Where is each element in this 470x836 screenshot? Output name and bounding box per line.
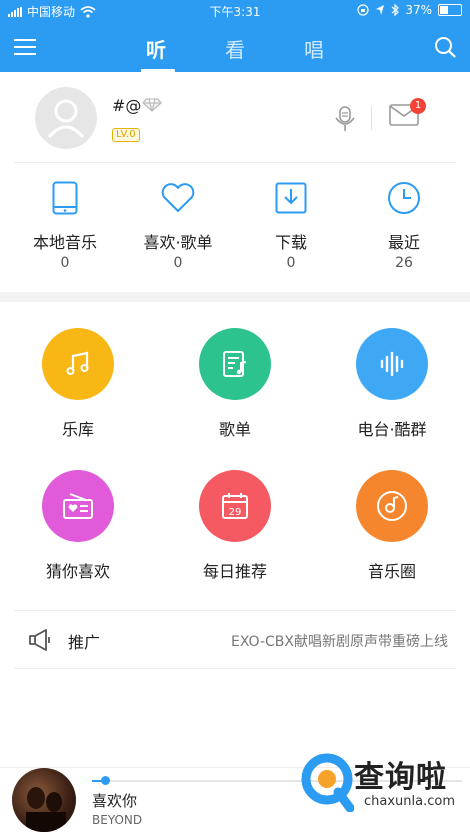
quick-count: 0 xyxy=(60,255,70,271)
album-cover[interactable] xyxy=(12,768,76,832)
grid-label: 歌单 xyxy=(218,420,251,439)
battery-icon xyxy=(438,4,462,16)
divider xyxy=(14,162,456,163)
search-icon[interactable] xyxy=(434,36,456,58)
grid-music-library[interactable]: 乐库 xyxy=(3,328,153,440)
megaphone-icon xyxy=(29,629,50,651)
grid-label: 乐库 xyxy=(61,420,94,439)
watermark-text: 查询啦 xyxy=(354,760,447,795)
menu-icon[interactable] xyxy=(14,39,36,55)
quick-label: 最近 xyxy=(387,233,420,252)
progress-knob[interactable] xyxy=(101,776,110,785)
quick-label: 喜欢·歌单 xyxy=(143,233,213,252)
song-title: 喜欢你 xyxy=(92,792,138,810)
grid-playlist[interactable]: 歌单 xyxy=(160,328,310,440)
level-badge: LV.0 xyxy=(112,128,140,142)
grid-label: 猜你喜欢 xyxy=(45,562,110,581)
diamond-vip-icon[interactable] xyxy=(142,98,162,112)
clock-time: 下午3:31 xyxy=(209,5,261,19)
calendar-icon: 29 xyxy=(199,470,271,542)
avatar[interactable] xyxy=(35,87,97,149)
profile-header: #@ LV.0 1 xyxy=(0,72,470,162)
grid-radio-groups[interactable]: 电台·酷群 xyxy=(317,328,467,440)
divider xyxy=(14,610,456,611)
music-note-icon xyxy=(42,328,114,400)
quick-favorites[interactable]: 喜欢·歌单 0 xyxy=(123,178,233,271)
grid-guess-you-like[interactable]: 猜你喜欢 xyxy=(3,470,153,582)
tab-sing[interactable]: 唱 xyxy=(304,34,324,63)
divider xyxy=(14,668,456,669)
grid-label: 电台·酷群 xyxy=(357,420,427,439)
battery-percent: 37% xyxy=(405,3,432,17)
soundwave-icon xyxy=(356,328,428,400)
quick-label: 本地音乐 xyxy=(32,233,97,252)
disc-icon xyxy=(356,470,428,542)
clock-icon xyxy=(388,182,420,214)
quick-label: 下载 xyxy=(274,233,307,252)
promo-label: 推广 xyxy=(68,633,101,652)
watermark-logo-icon xyxy=(301,753,354,812)
promo-row[interactable]: 推广 EXO-CBX献唱新剧原声带重磅上线 xyxy=(0,612,470,668)
rotation-lock-icon xyxy=(357,4,369,16)
playlist-icon xyxy=(199,328,271,400)
grid-label: 每日推荐 xyxy=(202,562,267,581)
quick-count: 0 xyxy=(173,255,183,271)
mic-icon[interactable] xyxy=(334,106,356,132)
quick-count: 0 xyxy=(286,255,296,271)
phone-icon xyxy=(52,181,78,215)
watermark-url: chaxunla.com xyxy=(364,794,455,809)
username[interactable]: #@ xyxy=(112,96,141,115)
status-bar: 中国移动 下午3:31 37% xyxy=(0,0,470,22)
grid-music-circle[interactable]: 音乐圈 xyxy=(317,470,467,582)
heart-icon xyxy=(161,183,195,212)
top-nav: 听 看 唱 xyxy=(0,22,470,72)
svg-text:29: 29 xyxy=(229,507,242,518)
location-icon xyxy=(376,5,385,15)
quick-recent[interactable]: 最近 26 xyxy=(349,178,459,271)
download-icon xyxy=(275,182,307,214)
quick-local-music[interactable]: 本地音乐 0 xyxy=(10,178,120,271)
mail-badge: 1 xyxy=(410,98,426,114)
user-placeholder-icon xyxy=(47,99,85,139)
grid-label: 音乐圈 xyxy=(367,562,416,581)
header-divider xyxy=(371,106,372,130)
quick-download[interactable]: 下载 0 xyxy=(236,178,346,271)
bluetooth-icon xyxy=(391,4,400,16)
radio-icon xyxy=(42,470,114,542)
artist-name: BEYOND xyxy=(92,813,143,827)
watermark: 查询啦 chaxunla.com xyxy=(300,750,460,820)
quick-count: 26 xyxy=(395,255,413,271)
tab-watch[interactable]: 看 xyxy=(225,34,245,63)
tab-listen[interactable]: 听 xyxy=(146,34,166,63)
promo-text[interactable]: EXO-CBX献唱新剧原声带重磅上线 xyxy=(231,631,448,651)
section-separator xyxy=(0,292,470,302)
grid-daily-recommend[interactable]: 29 每日推荐 xyxy=(160,470,310,582)
